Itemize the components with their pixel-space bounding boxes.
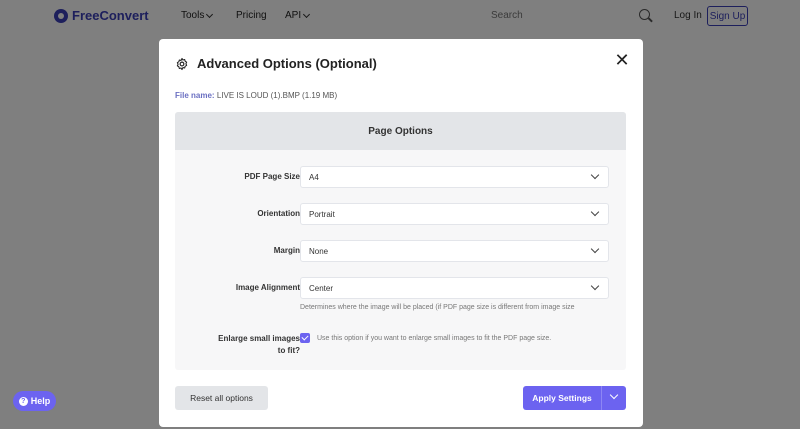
modal-title: Advanced Options (Optional) bbox=[197, 56, 377, 71]
orientation-select[interactable]: Portrait bbox=[300, 203, 609, 225]
file-name-line: File name: LIVE IS LOUD (1).BMP (1.19 MB… bbox=[175, 91, 337, 100]
image-alignment-select[interactable]: Center bbox=[300, 277, 609, 299]
enlarge-label-line2: to fit? bbox=[277, 346, 300, 355]
chevron-down-icon bbox=[590, 244, 600, 254]
image-alignment-label: Image Alignment bbox=[235, 283, 300, 292]
margin-value: None bbox=[309, 246, 329, 256]
advanced-options-modal: Advanced Options (Optional) ✕ File name:… bbox=[159, 39, 643, 427]
gear-icon bbox=[176, 57, 188, 70]
pdf-page-size-select[interactable]: A4 bbox=[300, 166, 609, 188]
orientation-label: Orientation bbox=[257, 209, 300, 218]
pdf-page-size-label: PDF Page Size bbox=[244, 172, 300, 181]
page-options-section: Page Options PDF Page Size A4 Orientatio… bbox=[175, 112, 626, 370]
help-button[interactable]: ? Help bbox=[13, 391, 56, 411]
section-title: Page Options bbox=[175, 112, 626, 150]
image-alignment-value: Center bbox=[309, 283, 334, 293]
orientation-value: Portrait bbox=[309, 209, 335, 219]
chevron-down-icon bbox=[590, 281, 600, 291]
apply-settings-button[interactable]: Apply Settings bbox=[523, 386, 601, 410]
help-icon: ? bbox=[18, 396, 28, 406]
margin-select[interactable]: None bbox=[300, 240, 609, 262]
enlarge-small-images-description: Use this option if you want to enlarge s… bbox=[317, 335, 552, 342]
help-label: Help bbox=[30, 396, 51, 406]
file-name-value: LIVE IS LOUD (1).BMP (1.19 MB) bbox=[216, 91, 338, 100]
file-name-label: File name: bbox=[175, 91, 215, 100]
close-button[interactable]: ✕ bbox=[614, 51, 630, 69]
enlarge-small-images-checkbox[interactable] bbox=[300, 333, 310, 343]
pdf-page-size-value: A4 bbox=[309, 172, 319, 182]
apply-settings-dropdown-button[interactable] bbox=[601, 386, 626, 410]
chevron-down-icon bbox=[609, 390, 619, 400]
enlarge-small-images-label: Enlarge small images to fit? bbox=[218, 333, 300, 357]
margin-label: Margin bbox=[273, 246, 300, 255]
enlarge-label-line1: Enlarge small images bbox=[218, 334, 300, 343]
chevron-down-icon bbox=[590, 207, 600, 217]
chevron-down-icon bbox=[590, 170, 600, 180]
modal-header: Advanced Options (Optional) bbox=[175, 56, 377, 71]
image-alignment-hint: Determines where the image will be place… bbox=[300, 304, 575, 311]
reset-all-options-button[interactable]: Reset all options bbox=[175, 386, 268, 410]
